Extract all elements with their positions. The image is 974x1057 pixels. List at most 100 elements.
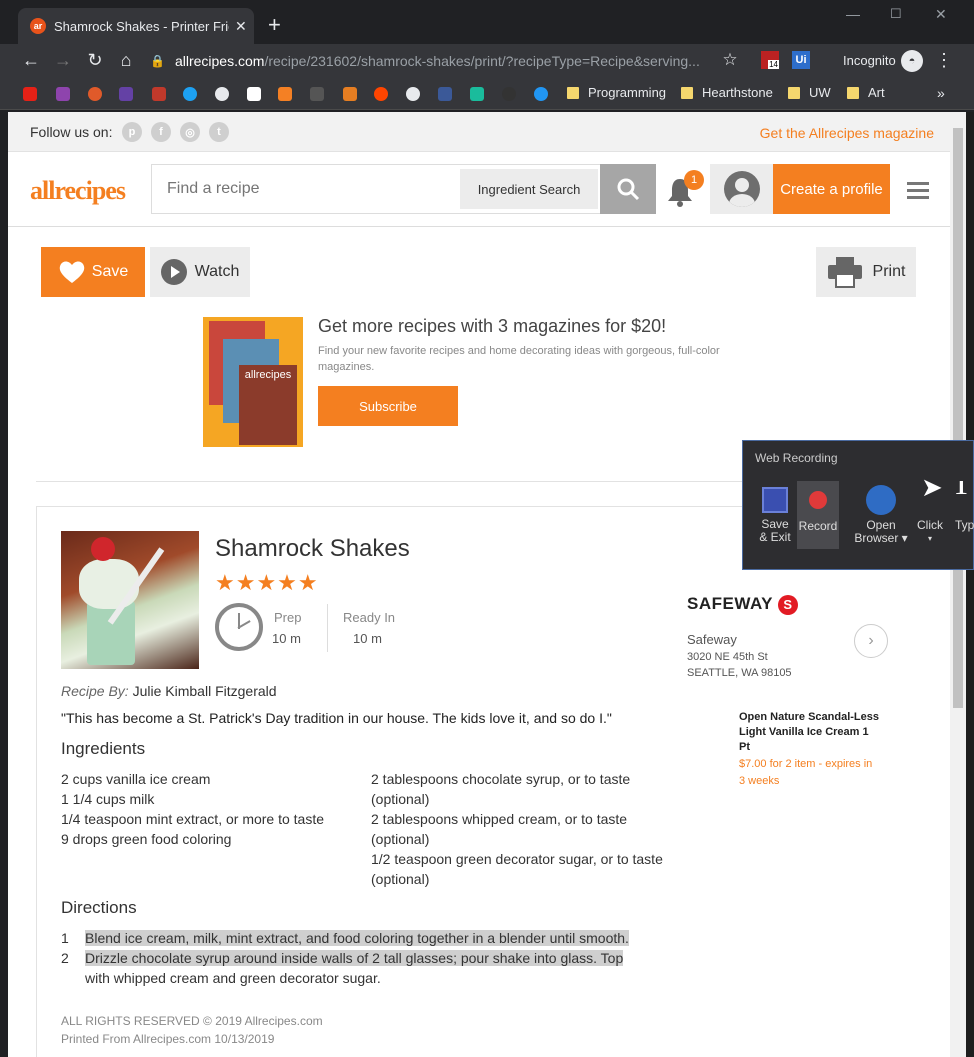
uipath-extension-icon[interactable]: Ui — [792, 51, 810, 69]
save-label: Save — [91, 263, 129, 280]
allrecipes-logo[interactable]: allrecipes — [30, 176, 126, 206]
profile-button[interactable] — [710, 164, 774, 214]
back-icon[interactable]: ← — [20, 50, 42, 71]
print-button[interactable]: Print — [816, 247, 916, 297]
incognito-icon[interactable]: ◓ — [901, 50, 923, 72]
type-button[interactable]: T Typ — [951, 481, 974, 549]
heart-icon — [59, 261, 85, 283]
tab-title: Shamrock Shakes - Printer Friendly — [54, 18, 229, 34]
directions-heading: Directions — [61, 898, 137, 917]
pinterest-icon[interactable]: p — [122, 122, 142, 142]
bookmark-folder-art[interactable]: Art — [847, 85, 885, 100]
watch-label: Watch — [194, 263, 240, 280]
create-profile-button[interactable]: Create a profile — [773, 164, 890, 214]
h-bookmark-icon[interactable] — [470, 87, 484, 101]
notifications-button[interactable]: 1 — [664, 170, 704, 210]
database-bookmark-icon[interactable] — [310, 87, 324, 101]
youtube-bookmark-icon[interactable] — [23, 87, 37, 101]
clock-icon — [215, 603, 263, 651]
browser-menu-icon[interactable]: ⋮ — [933, 50, 955, 71]
hackerrank-bookmark-icon[interactable] — [152, 87, 166, 101]
click-dropdown-icon[interactable]: ▾ — [913, 532, 947, 545]
forward-icon[interactable]: → — [52, 50, 74, 71]
step-text-continued: with whipped cream and green decorator s… — [85, 970, 381, 986]
prep-value: 10 m — [272, 631, 301, 646]
twitter-bookmark-icon[interactable] — [183, 87, 197, 101]
cursor-icon: ➤ — [921, 472, 943, 502]
url-domain: allrecipes.com — [174, 53, 265, 69]
reddit-bookmark-icon[interactable] — [374, 87, 388, 101]
window-close-icon[interactable]: ✕ — [935, 6, 947, 23]
twitch-bookmark-icon[interactable] — [119, 87, 133, 101]
open-browser-button[interactable]: Open Browser ▾ — [851, 481, 911, 549]
bookmark-folder-uw[interactable]: UW — [788, 85, 831, 100]
scrollbar-thumb[interactable] — [953, 128, 963, 708]
record-icon — [809, 491, 827, 509]
planet-bookmark-icon[interactable] — [88, 87, 102, 101]
circle-bookmark-icon[interactable] — [502, 87, 516, 101]
open-browser-label-line2: Browser ▾ — [854, 531, 908, 545]
twitter-icon[interactable]: t — [209, 122, 229, 142]
subscribe-button[interactable]: Subscribe — [318, 386, 458, 426]
stackoverflow-bookmark-icon[interactable] — [278, 87, 292, 101]
direction-step: 2 Drizzle chocolate syrup around inside … — [61, 948, 701, 988]
ingredient-item: 2 cups vanilla ice cream — [61, 771, 211, 787]
home-icon[interactable]: ⌂ — [115, 50, 137, 71]
search-icon — [617, 178, 640, 201]
browser-toolbar: ← → ↻ ⌂ 🔒 allrecipes.com /recipe/231602/… — [0, 44, 974, 78]
magazine-link[interactable]: Get the Allrecipes magazine — [760, 125, 934, 141]
bookmark-folder-programming[interactable]: Programming — [567, 85, 666, 100]
record-button[interactable]: Record — [797, 481, 839, 549]
reload-icon[interactable]: ↻ — [84, 50, 106, 71]
save-button[interactable]: Save — [41, 247, 145, 297]
minimize-icon[interactable]: — — [846, 6, 860, 22]
amazon-bookmark-icon[interactable] — [247, 87, 261, 101]
ingredient-item: 2 tablespoons chocolate syrup, or to tas… — [371, 771, 631, 807]
ingredients-right-list: 2 tablespoons chocolate syrup, or to tas… — [371, 769, 671, 889]
l-bookmark-icon[interactable] — [343, 87, 357, 101]
hamburger-menu-icon[interactable] — [907, 182, 929, 203]
bookmark-folder-hearthstone[interactable]: Hearthstone — [681, 85, 773, 100]
page-scrollbar[interactable] — [950, 112, 966, 1057]
page-content: Follow us on: p f ◎ t Get the Allrecipes… — [8, 112, 950, 1057]
instagram-icon[interactable]: ◎ — [180, 122, 200, 142]
ingredient-search-button[interactable]: Ingredient Search — [460, 169, 598, 209]
recipe-description: "This has become a St. Patrick's Day tra… — [61, 710, 612, 726]
rating-stars: ★★★★★ — [215, 570, 319, 595]
new-tab-icon[interactable]: + — [268, 12, 281, 38]
store-address-line1: 3020 NE 45th St — [687, 651, 768, 663]
bookmark-folder-label: UW — [809, 85, 831, 100]
facebook-icon[interactable]: f — [151, 122, 171, 142]
search-button[interactable] — [600, 164, 656, 214]
ingredient-item: 1/4 teaspoon mint extract, or more to ta… — [61, 811, 325, 827]
allrecipes-favicon-icon: ar — [30, 18, 46, 34]
bookmark-star-icon[interactable]: ☆ — [719, 50, 741, 70]
watch-button[interactable]: Watch — [150, 247, 250, 297]
tab-close-icon[interactable]: ✕ — [235, 18, 247, 35]
web-recording-panel: Web Recording Save & Exit Record Open Br… — [742, 440, 974, 570]
click-button[interactable]: ➤ Click ▾ — [913, 472, 947, 549]
open-browser-label: Open Browser ▾ — [851, 519, 911, 545]
url-path: /recipe/231602/shamrock-shakes/print/?re… — [264, 53, 700, 69]
extension-badge-icon[interactable]: 14 — [761, 51, 779, 69]
globe-bookmark-icon[interactable] — [215, 87, 229, 101]
save-exit-label: Save & Exit — [755, 518, 795, 544]
play-bookmark-icon[interactable] — [56, 87, 70, 101]
bookmarks-overflow-icon[interactable]: » — [937, 85, 945, 101]
recipe-author[interactable]: Julie Kimball Fitzgerald — [133, 683, 277, 699]
follow-label: Follow us on: — [30, 124, 113, 140]
d-bookmark-icon[interactable] — [534, 87, 548, 101]
magazine-cover-image[interactable]: allrecipes — [203, 317, 303, 447]
avatar-icon — [724, 171, 760, 207]
globe2-bookmark-icon[interactable] — [406, 87, 420, 101]
step-text: Drizzle chocolate syrup around inside wa… — [85, 950, 624, 966]
address-bar[interactable]: 🔒 allrecipes.com /recipe/231602/shamrock… — [150, 47, 710, 75]
web-recording-title: Web Recording — [755, 451, 838, 465]
doc-bookmark-icon[interactable] — [438, 87, 452, 101]
save-exit-button[interactable]: Save & Exit — [755, 481, 795, 549]
browser-tab[interactable]: ar Shamrock Shakes - Printer Friendly ✕ — [18, 8, 254, 44]
search-box: Ingredient Search — [151, 164, 601, 214]
search-input[interactable] — [152, 165, 452, 213]
maximize-icon[interactable]: ☐ — [890, 6, 902, 22]
chevron-right-icon[interactable]: › — [854, 624, 888, 658]
